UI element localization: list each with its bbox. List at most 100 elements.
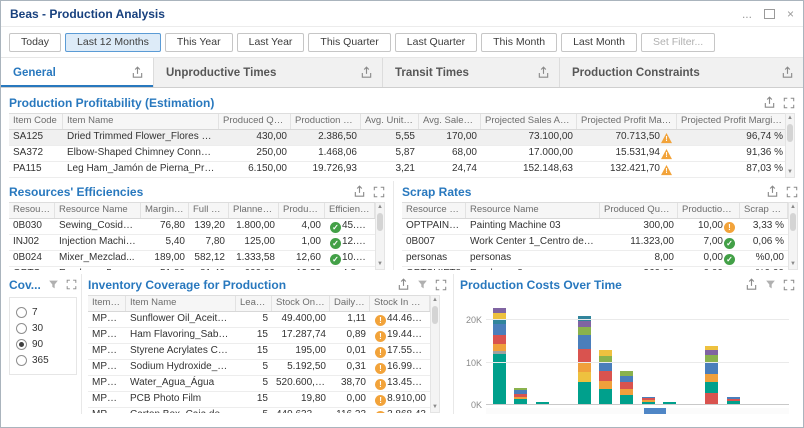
table-row[interactable]: 0B007Work Center 1_Centro de Trabajo I11… <box>402 235 788 251</box>
scroll-up-icon[interactable]: ▲ <box>790 204 796 211</box>
table-row[interactable]: personaspersonas8,000,00✓%0,00 <box>402 251 788 267</box>
chart-bar[interactable] <box>553 299 574 405</box>
table-row[interactable]: OPTPAINT03Painting Machine 03300,0010,00… <box>402 219 788 235</box>
table-row[interactable]: OPTSHIFT8Employee 8360,000,00✓%0,00 <box>402 267 788 270</box>
vertical-scrollbar[interactable]: ▲ ▼ <box>375 202 385 270</box>
filter-this-quarter-button[interactable]: This Quarter <box>308 33 390 52</box>
coverage-option-365[interactable]: 365 <box>16 352 70 368</box>
export-icon[interactable] <box>360 66 373 79</box>
column-header[interactable]: Projected Sales Amount <box>481 114 577 129</box>
chart-bar[interactable] <box>701 299 722 405</box>
filter-icon[interactable] <box>48 279 59 290</box>
scrollbar-thumb[interactable] <box>787 124 793 142</box>
chart-bar[interactable] <box>531 299 552 405</box>
maximize-panel-icon[interactable] <box>786 186 798 198</box>
vertical-scrollbar[interactable]: ▲ ▼ <box>785 113 795 178</box>
filter-icon[interactable] <box>765 279 776 290</box>
chart-bar[interactable] <box>489 299 510 405</box>
tab-production-constraints[interactable]: Production Constraints <box>560 58 803 87</box>
export-icon[interactable] <box>397 278 410 291</box>
column-header[interactable]: Item Name <box>126 296 236 311</box>
chart-bar[interactable] <box>510 299 531 405</box>
table-row[interactable]: MP022Carton Box_Caja de Cartó...5449.633… <box>88 408 430 413</box>
tab-transit-times[interactable]: Transit Times <box>383 58 560 87</box>
export-icon[interactable] <box>781 66 794 79</box>
chart-bar[interactable] <box>574 299 595 405</box>
set-filter-button[interactable]: Set Filter... <box>641 33 715 52</box>
table-row[interactable]: MP554Styrene Acrylates Copolym...15195,0… <box>88 344 430 360</box>
column-header[interactable]: Production Costs <box>291 114 361 129</box>
table-row[interactable]: SA372Elbow-Shaped Chimney Connection Ø 8… <box>9 146 785 162</box>
table-row[interactable]: MP231Water_Agua_Água5520.600,0038,70!13.… <box>88 376 430 392</box>
maximize-panel-icon[interactable] <box>435 279 447 291</box>
chart-bar[interactable] <box>659 299 680 405</box>
chart-bar[interactable] <box>595 299 616 405</box>
chart-horizontal-scrollbar[interactable] <box>486 408 789 414</box>
table-row[interactable]: MP423Sunflower Oil_Aceite de Gir...549.4… <box>88 312 430 328</box>
close-icon[interactable]: × <box>787 8 794 20</box>
column-header[interactable]: Production Ti... <box>279 203 325 218</box>
filter-last-year-button[interactable]: Last Year <box>237 33 305 52</box>
column-header[interactable]: Stock In Days <box>370 296 430 311</box>
scroll-up-icon[interactable]: ▲ <box>432 297 438 304</box>
column-header[interactable]: Lead Time <box>236 296 272 311</box>
chart-bar[interactable] <box>638 299 659 405</box>
column-header[interactable]: Item Code <box>9 114 63 129</box>
column-header[interactable]: Avg. Sales Price <box>419 114 481 129</box>
scroll-down-icon[interactable]: ▼ <box>377 261 383 268</box>
table-row[interactable]: 0B030Sewing_Cosido_...76,80139,201.800,0… <box>9 219 375 235</box>
scrollbar-thumb[interactable] <box>377 213 383 231</box>
scroll-down-icon[interactable]: ▼ <box>787 169 793 176</box>
chart-bar[interactable] <box>722 299 743 405</box>
coverage-option-90[interactable]: 90 <box>16 336 70 352</box>
vertical-scrollbar[interactable]: ▲ ▼ <box>788 202 798 270</box>
maximize-panel-icon[interactable] <box>66 279 77 290</box>
column-header[interactable]: Projected Profit Margin (%) <box>677 114 785 129</box>
column-header[interactable]: Projected Profit Margin <box>577 114 677 129</box>
filter-this-year-button[interactable]: This Year <box>165 33 233 52</box>
table-row[interactable]: MP183PCB Photo Film1519,800,00!8.910,00 <box>88 392 430 408</box>
column-header[interactable]: Item Co... <box>88 296 126 311</box>
filter-last-12-months-button[interactable]: Last 12 Months <box>65 33 161 52</box>
table-row[interactable]: MP426Ham Flavoring_Saborizante...1517.28… <box>88 328 430 344</box>
column-header[interactable]: Planned Pro... <box>229 203 279 218</box>
maximize-panel-icon[interactable] <box>783 279 795 291</box>
column-header[interactable]: Avg. Unit Cost <box>361 114 419 129</box>
table-row[interactable]: OPTSH...Employee 551,8081,40600,0012,33✓… <box>9 267 375 270</box>
column-header[interactable]: Produced Quantity <box>600 203 678 218</box>
column-header[interactable]: Daily Issues <box>330 296 370 311</box>
filter-icon[interactable] <box>417 279 428 290</box>
scroll-down-icon[interactable]: ▼ <box>790 261 796 268</box>
column-header[interactable]: Resource Name <box>466 203 600 218</box>
column-header[interactable]: Resource Name <box>55 203 141 218</box>
export-icon[interactable] <box>763 96 776 109</box>
column-header[interactable]: Resource Code <box>402 203 466 218</box>
vertical-scrollbar[interactable]: ▲ ▼ <box>430 295 440 413</box>
chart-bar[interactable] <box>744 299 765 405</box>
export-icon[interactable] <box>766 185 779 198</box>
table-row[interactable]: 0B024Mixer_Mezclad...189,00582,121.333,5… <box>9 251 375 267</box>
column-header[interactable]: Item Name <box>63 114 219 129</box>
scrollbar-thumb[interactable] <box>432 306 438 324</box>
maximize-icon[interactable] <box>764 9 775 19</box>
more-options-icon[interactable]: ... <box>742 8 752 20</box>
coverage-option-30[interactable]: 30 <box>16 320 70 336</box>
column-header[interactable]: Production Scraps <box>678 203 740 218</box>
column-header[interactable]: Produced Quantity <box>219 114 291 129</box>
scrollbar-thumb[interactable] <box>790 213 796 231</box>
column-header[interactable]: Stock On Hand <box>272 296 330 311</box>
tab-general[interactable]: General <box>1 58 154 87</box>
chart-bar[interactable] <box>765 299 786 405</box>
tab-unproductive-times[interactable]: Unproductive Times <box>154 58 383 87</box>
export-icon[interactable] <box>745 278 758 291</box>
table-row[interactable]: SA125Dried Trimmed Flower_Flores Cortada… <box>9 130 785 146</box>
export-icon[interactable] <box>131 66 144 79</box>
scroll-down-icon[interactable]: ▼ <box>432 404 438 411</box>
filter-this-month-button[interactable]: This Month <box>481 33 557 52</box>
scroll-up-icon[interactable]: ▲ <box>787 115 793 122</box>
filter-last-month-button[interactable]: Last Month <box>561 33 637 52</box>
column-header[interactable]: Marginal Costs <box>141 203 189 218</box>
column-header[interactable]: Resourc... <box>9 203 55 218</box>
column-header[interactable]: Efficiency (%) <box>325 203 375 218</box>
filter-today-button[interactable]: Today <box>9 33 61 52</box>
